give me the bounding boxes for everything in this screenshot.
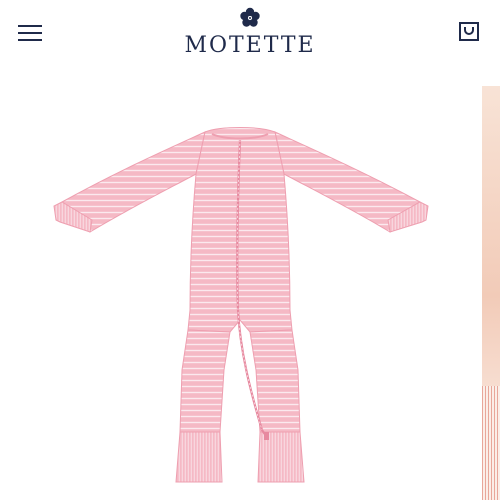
product-page: MOTETTE (0, 0, 500, 500)
site-header: MOTETTE (0, 0, 500, 70)
next-image-stripes (482, 386, 500, 500)
menu-button[interactable] (16, 22, 46, 44)
flower-icon (240, 7, 260, 27)
product-image-gallery[interactable] (0, 70, 500, 500)
product-image-next[interactable] (482, 86, 500, 500)
hamburger-menu-icon (18, 25, 42, 27)
romper-image (53, 127, 429, 483)
brand-link[interactable]: MOTETTE (150, 6, 350, 60)
next-image-shade (482, 86, 500, 386)
shopping-bag-icon[interactable] (456, 18, 482, 44)
hamburger-menu-icon-line (18, 32, 42, 34)
brand-name: MOTETTE (184, 33, 316, 58)
hamburger-menu-icon-line (18, 39, 42, 41)
product-image-main[interactable] (0, 70, 480, 500)
